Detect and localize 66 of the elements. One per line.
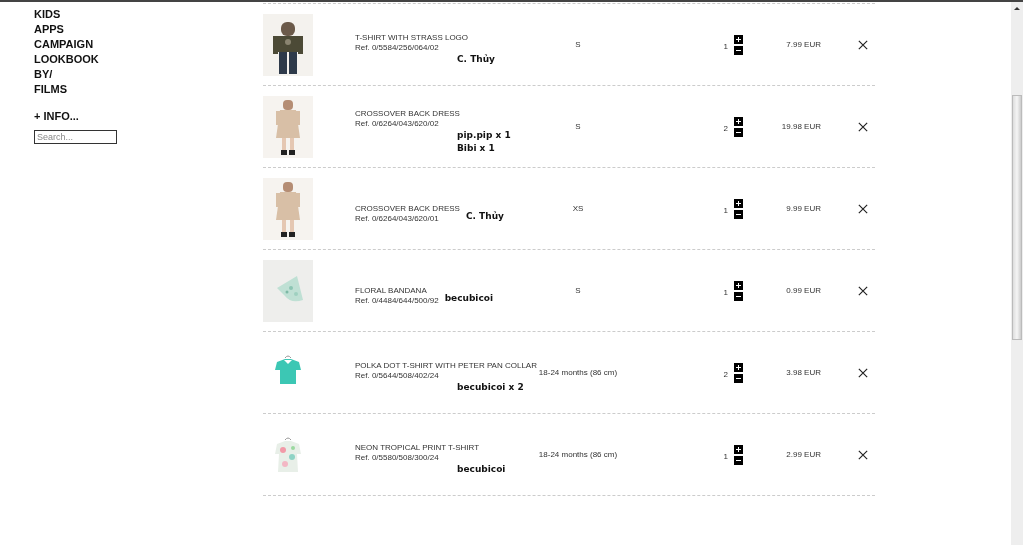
remove-icon[interactable]: [858, 39, 868, 50]
remove-icon[interactable]: [858, 203, 868, 214]
product-name: T-SHIRT WITH STRASS LOGO: [355, 33, 469, 43]
minus-icon[interactable]: [734, 455, 743, 465]
minus-icon[interactable]: [734, 373, 743, 383]
product-reference: Ref. 0/4484/644/500/92: [355, 295, 439, 306]
quantity-value: 1: [723, 206, 728, 215]
product-reference: Ref. 0/5584/256/064/02: [355, 43, 440, 53]
product-reference: Ref. 0/5644/508/402/24: [355, 371, 440, 381]
size-label: S: [574, 286, 582, 295]
product-name: NEON TROPICAL PRINT T-SHIRT: [355, 443, 480, 453]
remove-icon[interactable]: [858, 285, 868, 296]
product-reference: Ref. 0/6264/043/620/01: [355, 213, 440, 224]
handwritten-note: C. Thủy: [457, 53, 496, 66]
minus-icon[interactable]: [734, 127, 743, 137]
product-name: POLKA DOT T-SHIRT WITH PETER PAN COLLAR: [355, 361, 537, 371]
scrollbar[interactable]: [1011, 2, 1023, 545]
price-label: 0.99 EUR: [785, 286, 821, 295]
remove-icon[interactable]: [858, 449, 868, 460]
minus-icon[interactable]: [734, 291, 743, 301]
quantity-value: 2: [723, 370, 728, 379]
remove-icon[interactable]: [858, 367, 868, 378]
minus-icon[interactable]: [734, 209, 743, 219]
info-link[interactable]: + INFO...: [34, 110, 79, 122]
quantity-value: 1: [723, 42, 728, 51]
product-name: CROSSOVER BACK DRESS: [355, 108, 460, 119]
product-name: FLORAL BANDANA: [355, 285, 428, 296]
price-label: 7.99 EUR: [785, 40, 821, 49]
handwritten-note: becubicoi: [457, 463, 507, 476]
nav-link[interactable]: FILMS: [34, 82, 67, 97]
quantity-value: 2: [723, 124, 728, 133]
quantity-value: 1: [723, 288, 728, 297]
nav-link[interactable]: KIDS: [34, 7, 61, 22]
scrollbar-thumb[interactable]: [1012, 95, 1022, 340]
size-label: S: [574, 40, 582, 49]
plus-icon[interactable]: [734, 362, 743, 372]
plus-icon[interactable]: [734, 198, 743, 208]
handwritten-note: C. Thủy: [465, 209, 504, 223]
plus-icon[interactable]: [734, 34, 743, 44]
scroll-up-arrow-icon[interactable]: [1014, 7, 1020, 10]
price-label: 3.98 EUR: [785, 368, 821, 377]
product-name: CROSSOVER BACK DRESS: [355, 203, 460, 214]
size-label: 18-24 months (86 cm): [537, 368, 619, 377]
price-label: 19.98 EUR: [780, 122, 821, 131]
quantity-value: 1: [723, 452, 728, 461]
remove-icon[interactable]: [858, 121, 868, 132]
handwritten-note: becubicoi: [444, 291, 494, 305]
plus-icon[interactable]: [734, 444, 743, 454]
size-label: S: [574, 122, 582, 131]
product-reference: Ref. 0/5580/508/300/24: [355, 453, 440, 463]
nav-link[interactable]: BY/: [34, 67, 53, 82]
handwritten-note: Bibi x 1: [457, 141, 496, 155]
search-field[interactable]: Search...: [34, 130, 117, 144]
nav-link[interactable]: APPS: [34, 22, 64, 37]
size-label: XS: [571, 204, 585, 213]
handwritten-note: becubicoi x 2: [457, 381, 525, 394]
product-reference: Ref. 0/6264/043/620/02: [355, 118, 440, 129]
plus-icon[interactable]: [734, 280, 743, 290]
size-label: 18-24 months (86 cm): [537, 450, 619, 459]
nav-link[interactable]: LOOKBOOK: [34, 52, 99, 67]
price-label: 9.99 EUR: [785, 204, 821, 213]
nav-link[interactable]: CAMPAIGN: [34, 37, 94, 52]
handwritten-note: pip.pip x 1: [457, 128, 512, 142]
plus-icon[interactable]: [734, 116, 743, 126]
minus-icon[interactable]: [734, 45, 743, 55]
price-label: 2.99 EUR: [785, 450, 821, 459]
